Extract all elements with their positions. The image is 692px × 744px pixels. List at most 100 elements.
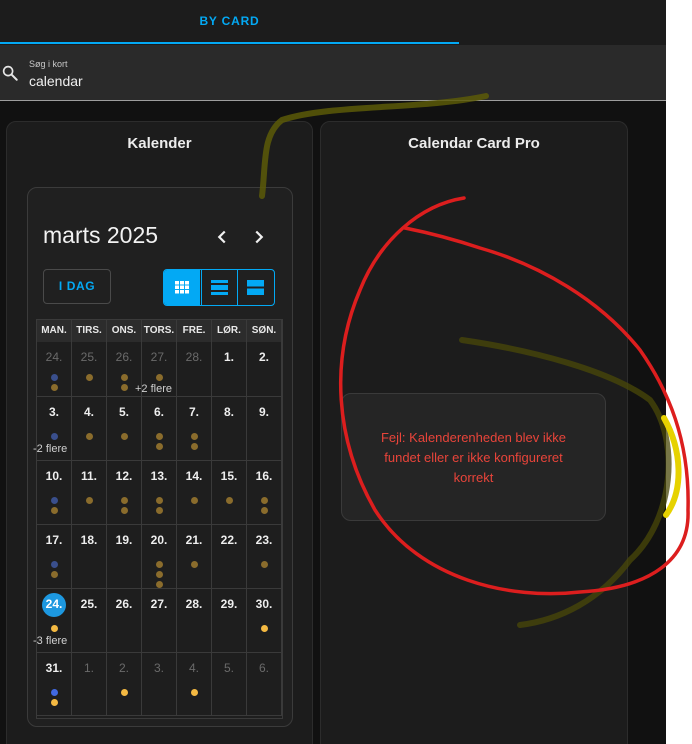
day-cell[interactable]: 29. bbox=[212, 589, 247, 653]
day-number: 28. bbox=[185, 597, 203, 611]
day-cell[interactable]: 23. bbox=[247, 525, 282, 589]
day-cell[interactable]: 1. bbox=[72, 653, 107, 716]
card-calendar-pro[interactable]: Calendar Card Pro Fejl: Kalenderenheden … bbox=[320, 121, 628, 744]
search-label: Søg i kort bbox=[29, 59, 68, 69]
event-dot bbox=[51, 384, 58, 391]
calendar-widget: marts 2025 I DAG MAN. TIRS. ONS. TORS. F… bbox=[27, 187, 293, 727]
day-cell[interactable]: 17. bbox=[37, 525, 72, 589]
event-dot bbox=[191, 433, 198, 440]
today-button[interactable]: I DAG bbox=[43, 269, 111, 304]
day-number: 4. bbox=[83, 405, 94, 419]
day-number: 1. bbox=[83, 661, 94, 675]
day-number: 19. bbox=[115, 533, 133, 547]
card-kalender[interactable]: Kalender marts 2025 I DAG MAN. TIRS. ONS… bbox=[6, 121, 313, 744]
event-dot bbox=[51, 625, 58, 632]
event-dot bbox=[51, 433, 58, 440]
day-cell[interactable]: 13. bbox=[142, 461, 177, 525]
day-cell[interactable]: 4. bbox=[72, 397, 107, 461]
event-dot bbox=[121, 374, 128, 381]
more-events-link[interactable]: -3 flere bbox=[33, 635, 67, 647]
day-cell[interactable]: 1. bbox=[212, 342, 247, 397]
day-cell[interactable]: 9. bbox=[247, 397, 282, 461]
chevron-left-icon[interactable] bbox=[211, 226, 233, 248]
weekday-label: LØR. bbox=[212, 320, 247, 342]
day-cell[interactable]: 15. bbox=[212, 461, 247, 525]
day-cell[interactable]: 3. bbox=[142, 653, 177, 716]
tab-bar: BY CARD bbox=[0, 0, 666, 45]
day-number: 25. bbox=[80, 597, 98, 611]
day-cell[interactable]: 5. bbox=[107, 397, 142, 461]
day-cell[interactable]: 8. bbox=[212, 397, 247, 461]
weekday-label: FRE. bbox=[177, 320, 212, 342]
tab-by-card[interactable]: BY CARD bbox=[0, 0, 459, 43]
day-number: 16. bbox=[255, 469, 273, 483]
day-cell[interactable]: 24. bbox=[37, 342, 72, 397]
day-cell[interactable]: 6. bbox=[142, 397, 177, 461]
day-cell-today[interactable]: 24. -3 flere bbox=[33, 589, 72, 653]
event-dot bbox=[51, 507, 58, 514]
day-number: 6. bbox=[258, 661, 269, 675]
day-cell[interactable]: 3. -2 flere bbox=[33, 397, 72, 461]
event-dot bbox=[226, 497, 233, 504]
day-cell[interactable]: 14. bbox=[177, 461, 212, 525]
month-view-button[interactable] bbox=[164, 270, 200, 305]
day-cell[interactable]: 18. bbox=[72, 525, 107, 589]
day-cell[interactable]: 12. bbox=[107, 461, 142, 525]
day-number: 5. bbox=[223, 661, 234, 675]
day-number: 22. bbox=[220, 533, 238, 547]
day-cell[interactable]: 10. bbox=[37, 461, 72, 525]
day-number: 5. bbox=[118, 405, 129, 419]
day-cell[interactable]: 4. bbox=[177, 653, 212, 716]
month-title: marts 2025 bbox=[43, 222, 159, 248]
day-number: 23. bbox=[255, 533, 273, 547]
search-field[interactable]: Søg i kort calendar bbox=[0, 45, 666, 101]
event-dot bbox=[156, 571, 163, 578]
day-number: 13. bbox=[150, 469, 168, 483]
day-cell[interactable]: 25. bbox=[72, 342, 107, 397]
day-cell[interactable]: 16. bbox=[247, 461, 282, 525]
day-number: 30. bbox=[255, 597, 273, 611]
day-cell[interactable]: 27. bbox=[142, 589, 177, 653]
day-cell[interactable]: 5. bbox=[212, 653, 247, 716]
week-view-button[interactable] bbox=[201, 270, 238, 305]
day-number: 15. bbox=[220, 469, 238, 483]
day-number: 26. bbox=[115, 350, 133, 364]
event-dot bbox=[261, 497, 268, 504]
day-number: 27. bbox=[150, 350, 168, 364]
day-cell[interactable]: 27. +2 flere bbox=[135, 342, 177, 397]
day-cell[interactable]: 19. bbox=[107, 525, 142, 589]
event-dot bbox=[121, 433, 128, 440]
day-number: 14. bbox=[185, 469, 203, 483]
day-cell[interactable]: 31. bbox=[37, 653, 72, 716]
weekday-label: MAN. bbox=[37, 320, 72, 342]
day-cell[interactable]: 20. bbox=[142, 525, 177, 589]
weekday-header: MAN. TIRS. ONS. TORS. FRE. LØR. SØN. bbox=[37, 320, 282, 342]
day-cell[interactable]: 21. bbox=[177, 525, 212, 589]
search-input[interactable]: calendar bbox=[29, 73, 83, 89]
view-switcher bbox=[163, 269, 275, 306]
day-cell[interactable]: 28. bbox=[177, 342, 212, 397]
event-dot bbox=[86, 374, 93, 381]
day-cell[interactable]: 11. bbox=[72, 461, 107, 525]
day-cell[interactable]: 2. bbox=[107, 653, 142, 716]
list-view-button[interactable] bbox=[237, 270, 274, 305]
day-cell[interactable]: 30. bbox=[247, 589, 282, 653]
day-cell[interactable]: 25. bbox=[72, 589, 107, 653]
more-events-link[interactable]: -2 flere bbox=[33, 443, 67, 455]
day-number: 20. bbox=[150, 533, 168, 547]
event-dot bbox=[51, 561, 58, 568]
tab-active-indicator bbox=[0, 42, 459, 44]
more-events-link[interactable]: +2 flere bbox=[135, 383, 172, 395]
day-number: 6. bbox=[153, 405, 164, 419]
day-cell[interactable]: 26. bbox=[107, 589, 142, 653]
day-cell[interactable]: 7. bbox=[177, 397, 212, 461]
day-cell[interactable]: 2. bbox=[247, 342, 282, 397]
day-cell[interactable]: 6. bbox=[247, 653, 282, 716]
weekday-label: TORS. bbox=[142, 320, 177, 342]
day-cell[interactable]: 28. bbox=[177, 589, 212, 653]
event-dot bbox=[156, 374, 163, 381]
day-cell[interactable]: 22. bbox=[212, 525, 247, 589]
day-number: 31. bbox=[45, 661, 63, 675]
chevron-right-icon[interactable] bbox=[248, 226, 270, 248]
weekday-label: SØN. bbox=[247, 320, 282, 342]
